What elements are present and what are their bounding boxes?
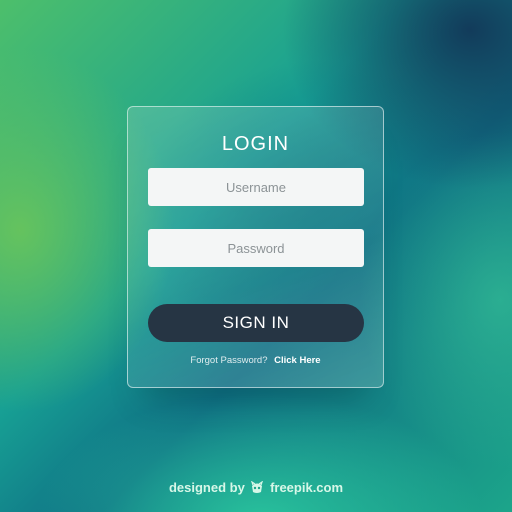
username-input[interactable] (148, 168, 364, 206)
forgot-password-text: Forgot Password? (190, 355, 268, 366)
designed-by-text: designed by (168, 480, 245, 495)
freepik-brand-text: freepik.com (270, 480, 344, 495)
freepik-logo-icon (250, 480, 264, 497)
login-card: LOGIN SIGN IN Forgot Password? Click Her… (127, 106, 384, 388)
forgot-password-row: Forgot Password? Click Here (128, 355, 383, 366)
sign-in-button[interactable]: SIGN IN (148, 304, 364, 342)
designer-credit: designed by freepik.com (0, 480, 512, 497)
password-input[interactable] (148, 229, 364, 267)
login-title: LOGIN (221, 133, 290, 155)
click-here-link[interactable]: Click Here (274, 355, 320, 366)
